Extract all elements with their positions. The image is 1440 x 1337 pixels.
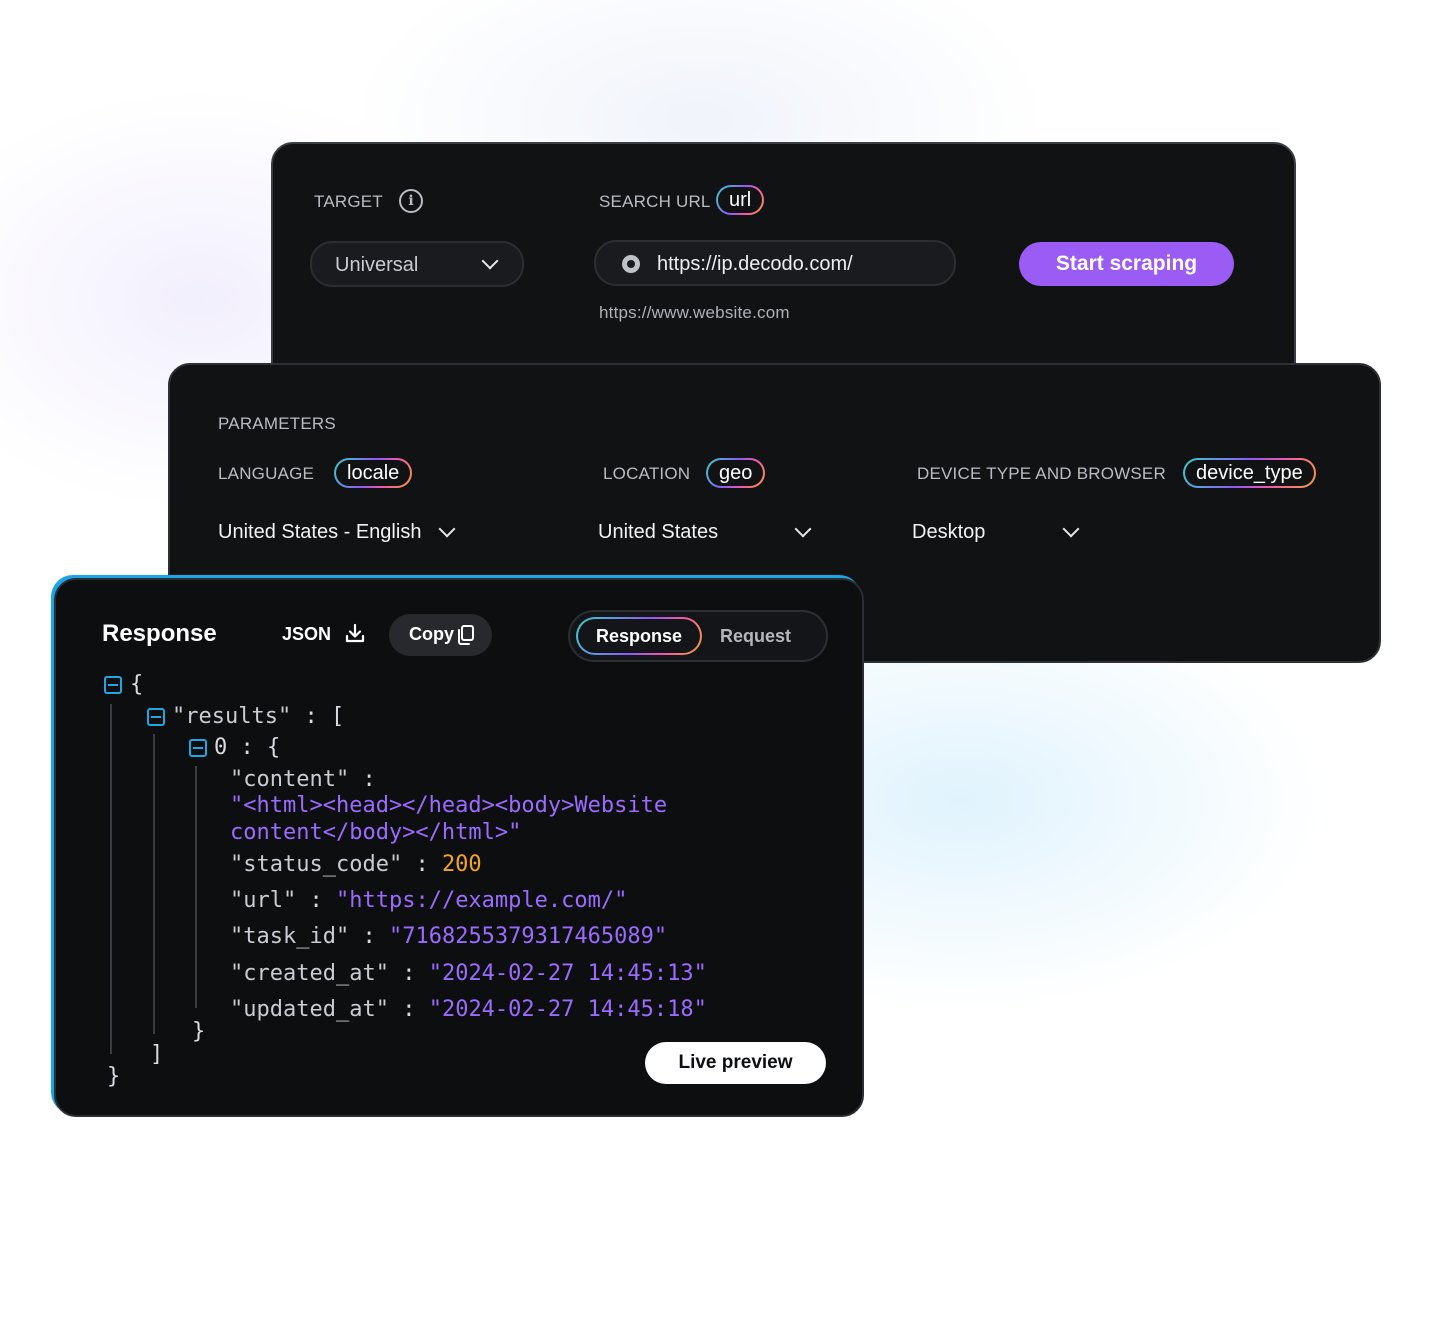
copy-label: Copy [409, 624, 454, 644]
tree-line [153, 734, 155, 1034]
location-dropdown[interactable]: United States [598, 517, 818, 549]
url-input[interactable]: https://ip.decodo.com/ [594, 240, 956, 286]
code-created-at-line: "created_at" : "2024-02-27 14:45:13" [230, 961, 707, 986]
code-close-brace-inner: } [192, 1019, 206, 1044]
json-download-button[interactable]: JSON [282, 620, 372, 648]
code-content-key: "content" : [230, 767, 376, 792]
json-label: JSON [282, 624, 332, 644]
code-close-brace: } [107, 1064, 121, 1089]
response-panel: Response JSON Copy Response Request { "r… [54, 578, 864, 1117]
url-hint: https://www.website.com [599, 303, 790, 322]
url-input-value: https://ip.decodo.com/ [657, 253, 853, 275]
location-value: United States [598, 521, 719, 543]
code-task-id-line: "task_id" : "7168255379317465089" [230, 924, 668, 949]
chevron-down-icon [438, 520, 456, 538]
code-status-line: "status_code" : 200 [230, 852, 482, 877]
target-select-value: Universal [335, 254, 419, 276]
code-updated-at-line: "updated_at" : "2024-02-27 14:45:18" [230, 997, 707, 1022]
download-icon [345, 623, 365, 643]
tab-request[interactable]: Request [720, 626, 791, 647]
url-tag: url [716, 185, 764, 215]
code-content-value-1: "<html><head></head><body>Website [230, 793, 668, 818]
info-icon[interactable]: i [399, 189, 423, 213]
language-dropdown[interactable]: United States - English [218, 517, 468, 549]
response-request-tabs: Response Request [568, 610, 828, 662]
collapse-toggle-icon[interactable] [147, 708, 165, 726]
code-open-brace: { [130, 672, 144, 697]
target-select[interactable]: Universal [310, 241, 524, 287]
device-type-tag: device_type [1183, 458, 1316, 488]
tab-response[interactable]: Response [576, 617, 702, 655]
response-title: Response [102, 620, 217, 647]
device-value: Desktop [912, 521, 986, 543]
device-dropdown[interactable]: Desktop [912, 517, 1112, 549]
code-url-line: "url" : "https://example.com/" [230, 888, 628, 913]
code-index-line: 0 : { [214, 735, 281, 760]
parameters-title: PARAMETERS [218, 414, 336, 433]
code-close-bracket: ] [150, 1042, 164, 1067]
tree-line [110, 704, 112, 1054]
code-results-line: "results" : [ [172, 704, 345, 729]
start-scraping-button[interactable]: Start scraping [1019, 242, 1234, 286]
chevron-down-icon [1062, 520, 1080, 538]
tree-line [195, 766, 197, 1008]
chevron-down-icon [794, 520, 812, 538]
copy-button[interactable]: Copy [389, 614, 492, 656]
collapse-toggle-icon[interactable] [189, 739, 207, 757]
copy-icon [458, 625, 474, 645]
live-preview-button[interactable]: Live preview [645, 1042, 826, 1084]
collapse-toggle-icon[interactable] [104, 676, 122, 694]
location-label: LOCATION [603, 464, 691, 483]
device-label: DEVICE TYPE AND BROWSER [917, 464, 1166, 483]
locale-tag: locale [334, 458, 412, 488]
chevron-down-icon [481, 252, 499, 270]
geo-tag: geo [706, 458, 765, 488]
search-url-label: SEARCH URL [599, 192, 711, 211]
language-value: United States - English [218, 521, 422, 543]
code-content-value-2: content</body></html>" [230, 820, 522, 845]
target-label: TARGET [314, 192, 383, 211]
language-label: LANGUAGE [218, 464, 315, 483]
globe-icon [622, 255, 640, 273]
